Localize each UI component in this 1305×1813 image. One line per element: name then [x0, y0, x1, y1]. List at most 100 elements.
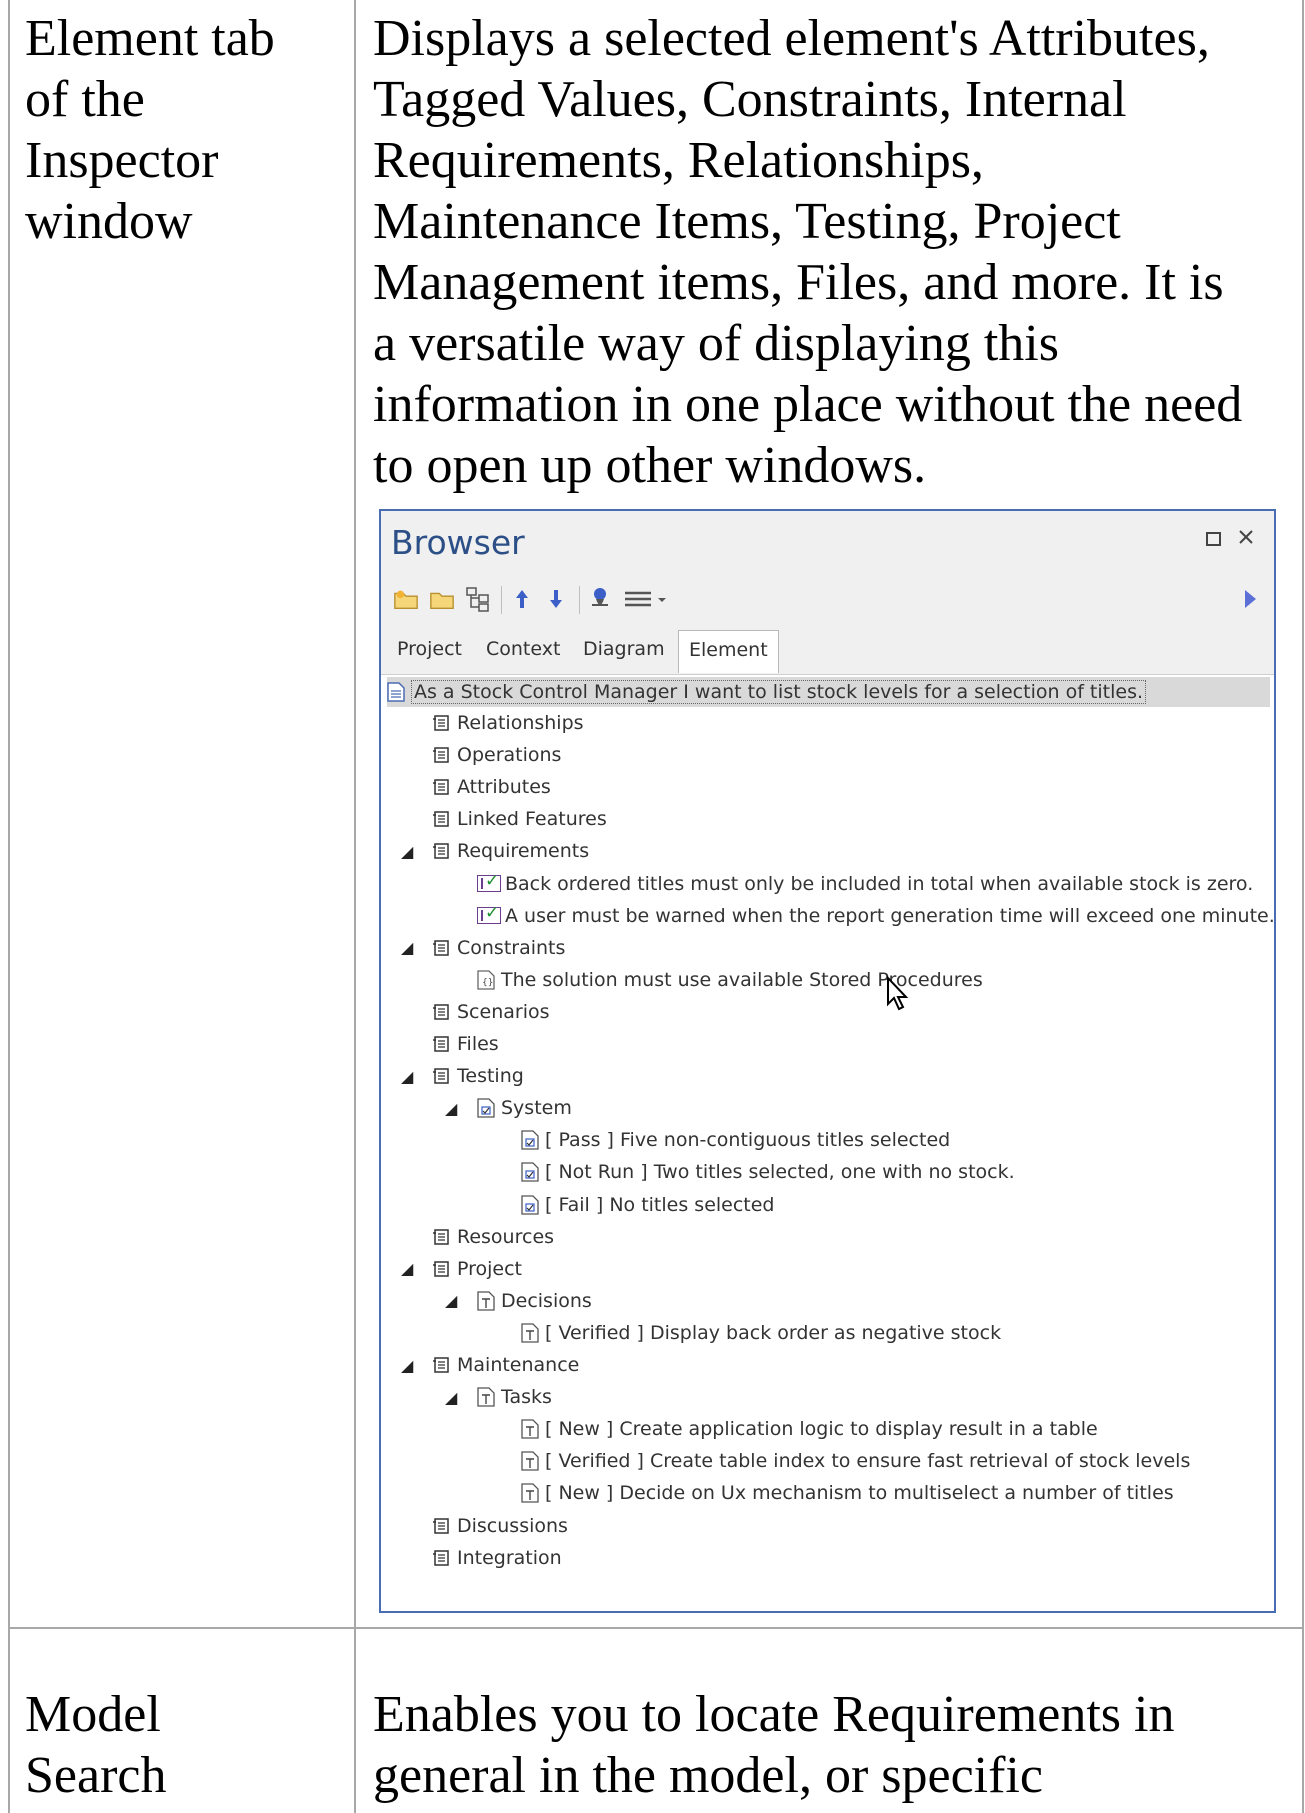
tab-project[interactable]: Project: [397, 638, 462, 660]
tree-item-label: [ New ] Decide on Ux mechanism to multis…: [545, 1482, 1174, 1505]
tree-item-operations[interactable]: Operations: [433, 740, 561, 770]
document-icon: [521, 1483, 539, 1504]
term-line: Model: [25, 1686, 161, 1743]
expand-triangle-icon[interactable]: ◢: [445, 1291, 457, 1310]
tree-item-label: Tasks: [501, 1386, 552, 1409]
tree-item-a-user-must-be-warned-when-the-report-ge[interactable]: A user must be warned when the report ge…: [477, 901, 1275, 931]
description-line: Requirements, Relationships,: [373, 132, 984, 189]
tree-item-verified-create-table-index-to-ensure-fa[interactable]: [ Verified ] Create table index to ensur…: [521, 1446, 1190, 1476]
tree-item-scenarios[interactable]: Scenarios: [433, 997, 550, 1027]
table-column-divider: [354, 0, 356, 1813]
tree-item-label: [ Pass ] Five non-contiguous titles sele…: [545, 1129, 951, 1152]
new-package-icon[interactable]: [393, 586, 419, 612]
compartment-icon: [433, 1259, 451, 1279]
tree-item-label: [ New ] Create application logic to disp…: [545, 1418, 1098, 1441]
locate-icon[interactable]: [587, 586, 613, 612]
tree-item-integration[interactable]: Integration: [433, 1543, 562, 1573]
tree-item-label: Attributes: [457, 776, 551, 799]
expand-triangle-icon[interactable]: ◢: [401, 1356, 413, 1375]
compartment-icon: [433, 1548, 451, 1568]
term-line: Element tab: [25, 10, 275, 67]
tree-item-resources[interactable]: Resources: [433, 1222, 554, 1252]
tree-item-relationships[interactable]: Relationships: [433, 708, 584, 738]
tree-item-maintenance[interactable]: ◢ Maintenance: [401, 1350, 580, 1380]
compartment-icon: [433, 1002, 451, 1022]
expand-triangle-icon[interactable]: ◢: [401, 1067, 413, 1086]
close-icon[interactable]: [1237, 527, 1255, 552]
tree-item-linked-features[interactable]: Linked Features: [433, 804, 607, 834]
tree-item-fail-no-titles-selected[interactable]: [ Fail ] No titles selected: [521, 1190, 775, 1220]
tree-item-tasks[interactable]: ◢ Tasks: [445, 1382, 552, 1412]
tree-item-pass-five-non-contiguous-titles-selected[interactable]: [ Pass ] Five non-contiguous titles sele…: [521, 1125, 950, 1155]
tree-item-label: Requirements: [457, 840, 590, 863]
maximize-icon[interactable]: [1205, 529, 1223, 554]
folder-icon[interactable]: [429, 586, 455, 612]
table-left-border: [8, 0, 10, 1813]
tab-element[interactable]: Element: [678, 630, 779, 673]
tab-diagram[interactable]: Diagram: [583, 638, 665, 660]
description-line: a versatile way of displaying this: [373, 315, 1059, 372]
term-element-tab: Element tab of the Inspector window: [25, 8, 335, 252]
tree-item-label: Maintenance: [457, 1354, 580, 1376]
tab-context[interactable]: Context: [486, 638, 560, 660]
tree-item-label: A user must be warned when the report ge…: [505, 904, 1275, 927]
tree-item-requirements[interactable]: ◢ Requirements: [401, 836, 590, 866]
tree-item-label: Operations: [457, 744, 562, 767]
toolbar-separator: [501, 586, 502, 614]
browser-header: Browser: [381, 511, 1274, 574]
term-line: Search: [25, 1747, 167, 1804]
tree-item-new-create-application-logic-to-display-[interactable]: [ New ] Create application logic to disp…: [521, 1414, 1098, 1444]
requirement-check-icon: [477, 871, 501, 892]
description-line: Displays a selected element's Attributes…: [373, 10, 1210, 67]
tree-item-verified-display-back-order-as-negative-[interactable]: [ Verified ] Display back order as negat…: [521, 1318, 1001, 1348]
document-icon: [521, 1419, 539, 1439]
compartment-icon: [433, 809, 451, 829]
tree-item-label: Relationships: [457, 712, 584, 734]
tree-item-system[interactable]: ◢ System: [445, 1093, 572, 1123]
move-up-icon[interactable]: [509, 586, 535, 612]
requirement-check-icon: [477, 903, 501, 925]
term-model-search: Model Search: [25, 1684, 335, 1806]
tree-item-files[interactable]: Files: [433, 1029, 499, 1059]
menu-icon[interactable]: [621, 586, 671, 612]
description-line: general in the model, or specific: [373, 1747, 1043, 1804]
browser-toolbar: [381, 574, 1274, 624]
expand-right-icon[interactable]: [1237, 586, 1263, 612]
tree-item-label: [ Not Run ] Two titles selected, one wit…: [545, 1161, 1015, 1184]
tree-item-label: Back ordered titles must only be include…: [505, 872, 1254, 895]
tree-item-label: Testing: [457, 1065, 524, 1088]
expand-triangle-icon[interactable]: ◢: [401, 938, 413, 957]
tree-item-testing[interactable]: ◢ Testing: [401, 1061, 524, 1091]
move-down-icon[interactable]: [543, 586, 569, 612]
tree-item-label: Resources: [457, 1225, 555, 1248]
hierarchy-icon[interactable]: [465, 586, 491, 612]
tree-item-label: Decisions: [501, 1289, 592, 1312]
tree-item-decisions[interactable]: ◢ Decisions: [445, 1286, 592, 1316]
tree-item-back-ordered-titles-must-only-be-include[interactable]: Back ordered titles must only be include…: [477, 869, 1253, 899]
tree-item-project[interactable]: ◢ Project: [401, 1254, 522, 1284]
description-line: Tagged Values, Constraints, Internal: [373, 71, 1127, 128]
expand-triangle-icon[interactable]: ◢: [445, 1099, 457, 1118]
tree-item-not-run-two-titles-selected-one-with-no-[interactable]: [ Not Run ] Two titles selected, one wit…: [521, 1157, 1015, 1187]
constraint-icon: {}: [477, 970, 495, 990]
test-icon: [477, 1098, 495, 1118]
selected-element-label: As a Stock Control Manager I want to lis…: [411, 680, 1147, 704]
selected-element-row[interactable]: As a Stock Control Manager I want to lis…: [387, 677, 1270, 707]
tree-item-discussions[interactable]: Discussions: [433, 1511, 568, 1541]
tree-item-constraints[interactable]: ◢ Constraints: [401, 933, 565, 963]
tree-item-new-decide-on-ux-mechanism-to-multiselec[interactable]: [ New ] Decide on Ux mechanism to multis…: [521, 1478, 1174, 1508]
document-icon: [521, 1451, 539, 1471]
expand-triangle-icon[interactable]: ◢: [401, 842, 413, 861]
compartment-icon: [433, 777, 451, 797]
tree-item-label: Discussions: [457, 1514, 568, 1537]
test-icon: [521, 1130, 539, 1150]
compartment-icon: [433, 1227, 451, 1247]
tree-item-attributes[interactable]: Attributes: [433, 772, 551, 802]
table-right-border: [1302, 0, 1304, 1813]
tree-item-label: The solution must use available Stored P…: [501, 968, 983, 991]
term-line: Inspector: [25, 132, 219, 189]
tree-item-label: System: [501, 1097, 572, 1120]
expand-triangle-icon[interactable]: ◢: [445, 1388, 457, 1407]
expand-triangle-icon[interactable]: ◢: [401, 1259, 413, 1278]
browser-tabs: Project Context Diagram Element: [381, 624, 1274, 675]
